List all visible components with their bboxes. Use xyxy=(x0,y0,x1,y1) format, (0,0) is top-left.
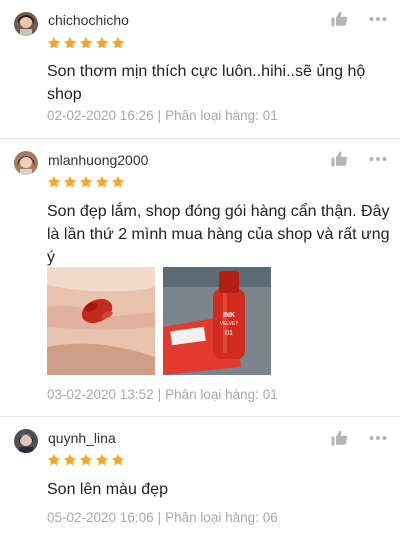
star-icon xyxy=(47,453,61,466)
review-item: quynh_lina Son lên màu đẹp 05-02-2020 16… xyxy=(0,417,400,534)
variation-value: 01 xyxy=(262,387,278,402)
review-content: Son thơm mịn thích cực luôn..hihi..sẽ ủn… xyxy=(47,63,366,103)
review-meta: 05-02-2020 16:06 | Phân loại hàng: 06 xyxy=(47,510,278,525)
thumbs-up-icon[interactable] xyxy=(328,8,350,30)
username[interactable]: quynh_lina xyxy=(48,430,116,446)
review-meta: 02-02-2020 16:26 | Phân loại hàng: 01 xyxy=(47,108,278,123)
star-icon xyxy=(47,175,61,188)
product-brand-text: INK xyxy=(223,312,235,319)
rating-stars xyxy=(47,175,125,189)
variation-value: 06 xyxy=(262,510,278,525)
product-shade-text: 01 xyxy=(225,330,233,337)
star-icon xyxy=(111,36,125,49)
avatar[interactable] xyxy=(14,12,38,36)
username[interactable]: chichochicho xyxy=(48,12,129,28)
variation-label: Phân loại hàng: xyxy=(165,108,259,123)
rating-stars xyxy=(47,36,125,50)
star-icon xyxy=(95,36,109,49)
product-line-text: VELVET xyxy=(220,321,239,327)
meta-separator: | xyxy=(157,108,162,123)
star-icon xyxy=(47,36,61,49)
avatar[interactable] xyxy=(14,151,38,175)
thumbs-up-icon[interactable] xyxy=(328,427,350,449)
star-icon xyxy=(63,175,77,188)
review-content: Son lên màu đẹp xyxy=(47,481,168,498)
review-photo-swatch[interactable] xyxy=(47,267,155,375)
star-icon xyxy=(111,175,125,188)
variation-value: 01 xyxy=(262,108,278,123)
more-options-icon[interactable] xyxy=(367,427,389,449)
review-meta: 03-02-2020 13:52 | Phân loại hàng: 01 xyxy=(47,387,278,402)
thumbs-up-icon[interactable] xyxy=(328,148,350,170)
more-options-icon[interactable] xyxy=(367,148,389,170)
review-date: 03-02-2020 13:52 xyxy=(47,387,154,402)
rating-stars xyxy=(47,453,125,467)
star-icon xyxy=(79,175,93,188)
star-icon xyxy=(79,453,93,466)
star-icon xyxy=(95,175,109,188)
star-icon xyxy=(63,453,77,466)
variation-label: Phân loại hàng: xyxy=(165,510,259,525)
review-date: 05-02-2020 16:06 xyxy=(47,510,154,525)
review-item: mlanhuong2000 Son đẹp lắm, shop đóng gói… xyxy=(0,139,400,416)
review-text: Son đẹp lắm, shop đóng gói hàng cẩn thận… xyxy=(47,203,390,266)
star-icon xyxy=(79,36,93,49)
variation-label: Phân loại hàng: xyxy=(165,387,259,402)
review-date: 02-02-2020 16:26 xyxy=(47,108,154,123)
avatar[interactable] xyxy=(14,429,38,453)
meta-separator: | xyxy=(157,510,162,525)
star-icon xyxy=(63,36,77,49)
meta-separator: | xyxy=(157,387,162,402)
more-options-icon[interactable] xyxy=(367,8,389,30)
review-item: chichochicho Son thơm mịn thích cực luôn… xyxy=(0,0,400,138)
review-photo-product[interactable]: INK VELVET 01 xyxy=(163,267,271,375)
star-icon xyxy=(111,453,125,466)
username[interactable]: mlanhuong2000 xyxy=(48,152,148,168)
star-icon xyxy=(95,453,109,466)
